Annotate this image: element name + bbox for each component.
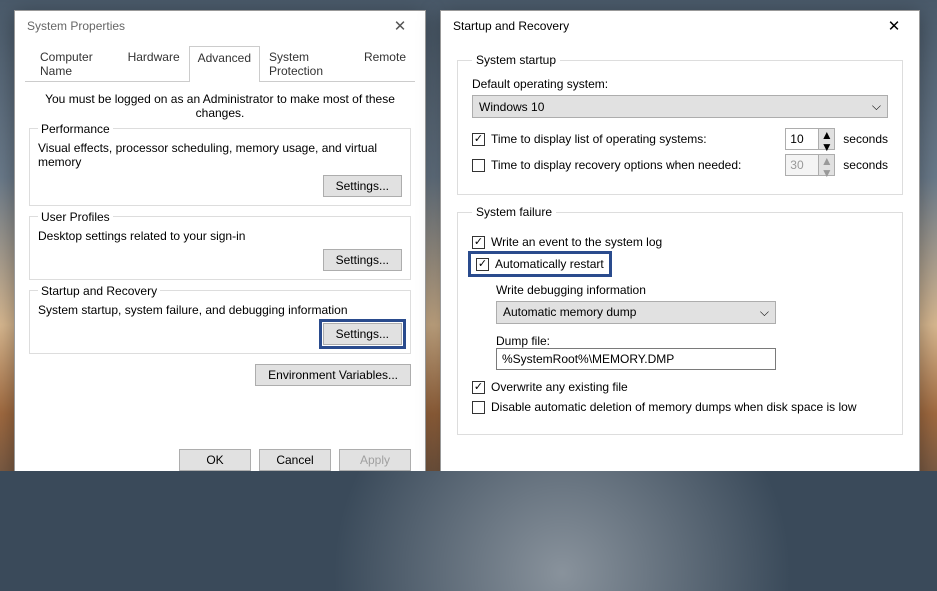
user-profiles-legend: User Profiles: [38, 210, 113, 224]
disable-auto-delete-checkbox[interactable]: [472, 401, 485, 414]
default-os-combo[interactable]: Windows 10 ⌵: [472, 95, 888, 118]
overwrite-label: Overwrite any existing file: [491, 380, 628, 394]
startup-and-recovery-dialog: Startup and Recovery ✕ System startup De…: [440, 10, 920, 580]
time-list-label: Time to display list of operating system…: [491, 132, 707, 146]
close-icon[interactable]: ✕: [383, 17, 417, 35]
auto-restart-checkbox[interactable]: [476, 258, 489, 271]
ok-button[interactable]: OK: [729, 541, 811, 565]
write-debug-label: Write debugging information: [496, 283, 888, 297]
spinner-down-icon: ▼: [819, 167, 834, 179]
close-icon[interactable]: ✕: [877, 17, 911, 35]
dump-file-input[interactable]: [496, 348, 776, 370]
time-recovery-label: Time to display recovery options when ne…: [491, 158, 741, 172]
startup-recovery-settings-button[interactable]: Settings...: [323, 323, 402, 345]
user-profiles-settings-button[interactable]: Settings...: [323, 249, 402, 271]
dialog-footer: OK Cancel: [729, 541, 901, 565]
tab-advanced[interactable]: Advanced: [189, 46, 260, 82]
auto-restart-label: Automatically restart: [495, 257, 604, 271]
default-os-label: Default operating system:: [472, 77, 888, 91]
dialog-title: Startup and Recovery: [453, 19, 877, 33]
system-failure-group: System failure Write an event to the sys…: [457, 205, 903, 435]
startup-recovery-group: Startup and Recovery System startup, sys…: [29, 290, 411, 354]
chevron-down-icon: ⌵: [760, 305, 769, 320]
overwrite-checkbox[interactable]: [472, 381, 485, 394]
admin-intro-text: You must be logged on as an Administrato…: [25, 92, 415, 120]
cancel-button[interactable]: Cancel: [819, 541, 901, 565]
apply-button[interactable]: Apply: [339, 449, 411, 471]
tab-computer-name[interactable]: Computer Name: [31, 45, 119, 81]
disable-auto-delete-label: Disable automatic deletion of memory dum…: [491, 400, 857, 414]
ok-button[interactable]: OK: [179, 449, 251, 471]
auto-restart-option: Automatically restart: [472, 255, 608, 273]
tab-remote[interactable]: Remote: [355, 45, 415, 81]
environment-variables-button[interactable]: Environment Variables...: [255, 364, 411, 386]
time-list-checkbox[interactable]: [472, 133, 485, 146]
tab-system-protection[interactable]: System Protection: [260, 45, 355, 81]
titlebar: Startup and Recovery ✕: [441, 11, 919, 41]
startup-recovery-legend: Startup and Recovery: [38, 284, 160, 298]
write-event-checkbox[interactable]: [472, 236, 485, 249]
chevron-down-icon: ⌵: [872, 99, 881, 114]
performance-legend: Performance: [38, 122, 113, 136]
time-list-value[interactable]: [786, 129, 818, 149]
system-failure-legend: System failure: [472, 205, 556, 219]
performance-settings-button[interactable]: Settings...: [323, 175, 402, 197]
system-startup-group: System startup Default operating system:…: [457, 53, 903, 195]
cancel-button[interactable]: Cancel: [259, 449, 331, 471]
dialog-body: System startup Default operating system:…: [441, 41, 919, 455]
system-properties-dialog: System Properties ✕ Computer Name Hardwa…: [14, 10, 426, 482]
startup-recovery-desc: System startup, system failure, and debu…: [38, 303, 402, 317]
user-profiles-group: User Profiles Desktop settings related t…: [29, 216, 411, 280]
default-os-value: Windows 10: [479, 100, 544, 114]
time-recovery-value: [786, 155, 818, 175]
system-startup-legend: System startup: [472, 53, 560, 67]
seconds-label: seconds: [843, 158, 888, 172]
performance-desc: Visual effects, processor scheduling, me…: [38, 141, 402, 169]
dialog-body: Computer Name Hardware Advanced System P…: [15, 41, 425, 404]
time-recovery-spinner: ▲▼: [785, 154, 835, 176]
dump-type-value: Automatic memory dump: [503, 305, 636, 320]
user-profiles-desc: Desktop settings related to your sign-in: [38, 229, 402, 243]
spinner-down-icon[interactable]: ▼: [819, 141, 834, 153]
dialog-title: System Properties: [27, 19, 383, 33]
tab-hardware[interactable]: Hardware: [119, 45, 189, 81]
titlebar: System Properties ✕: [15, 11, 425, 41]
dump-type-combo[interactable]: Automatic memory dump ⌵: [496, 301, 776, 324]
seconds-label: seconds: [843, 132, 888, 146]
performance-group: Performance Visual effects, processor sc…: [29, 128, 411, 206]
tab-bar: Computer Name Hardware Advanced System P…: [25, 45, 415, 82]
write-event-label: Write an event to the system log: [491, 235, 662, 249]
time-list-spinner[interactable]: ▲▼: [785, 128, 835, 150]
time-recovery-checkbox[interactable]: [472, 159, 485, 172]
dialog-footer: OK Cancel Apply: [179, 449, 411, 471]
dump-file-label: Dump file:: [496, 334, 888, 348]
